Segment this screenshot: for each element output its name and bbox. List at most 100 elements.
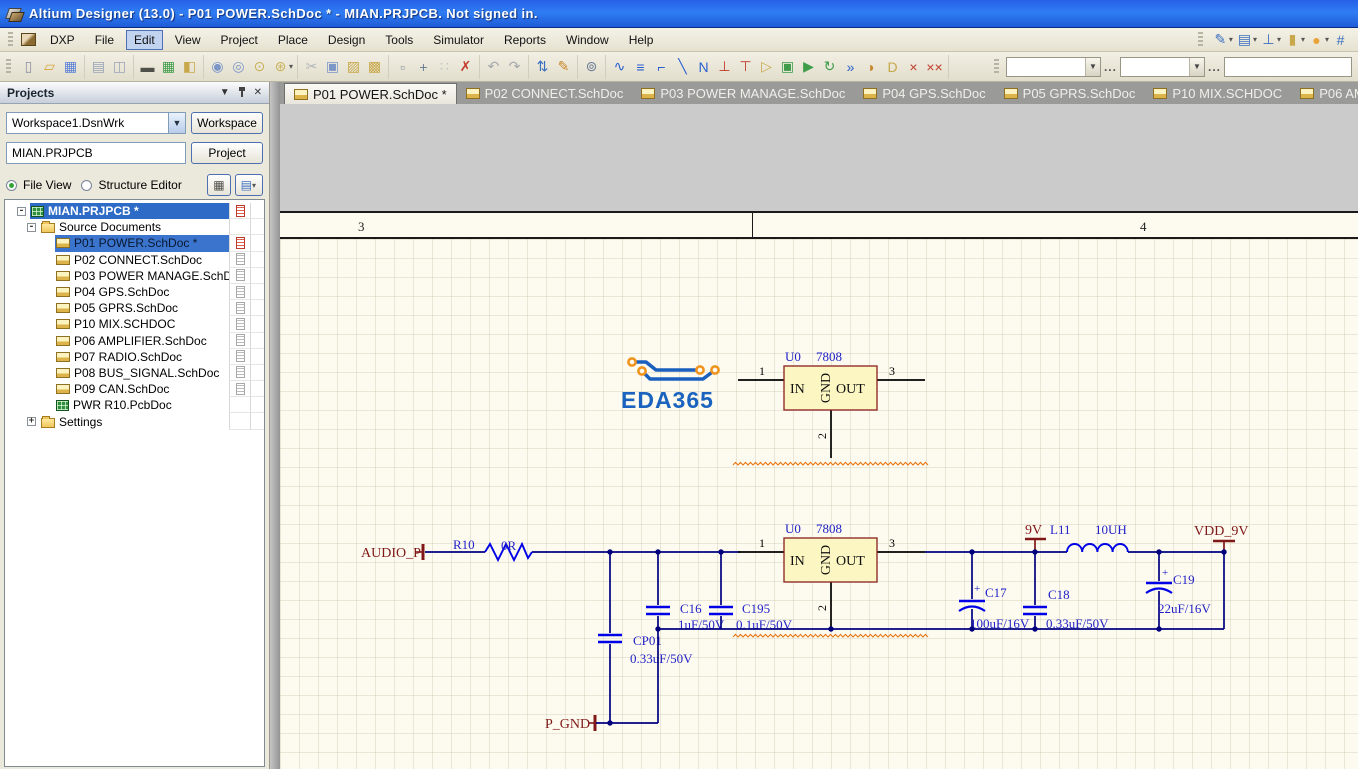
- panel-splitter[interactable]: [270, 82, 280, 769]
- svg-text:C16[interactable]: C16: [680, 601, 702, 616]
- place-ordinal-icon[interactable]: D: [882, 57, 903, 77]
- delete-object-icon[interactable]: ×: [903, 57, 924, 77]
- browse-ellipsis-button-2[interactable]: ...: [1208, 60, 1221, 74]
- browse-ellipsis-button[interactable]: ...: [1104, 60, 1117, 74]
- cut-icon[interactable]: ✂: [301, 57, 322, 77]
- port-p-gnd[interactable]: P_GND: [545, 715, 658, 732]
- expand-icon[interactable]: +: [27, 417, 36, 426]
- svg-text:10UH[interactable]: 10UH: [1095, 522, 1127, 537]
- place-wire-icon[interactable]: ∿: [609, 57, 630, 77]
- mask-filter-combo[interactable]: ▼: [1120, 57, 1205, 77]
- svg-text:C19[interactable]: C19: [1173, 572, 1195, 587]
- grids-icon[interactable]: #: [1330, 30, 1351, 50]
- document-options-button[interactable]: ▤▾: [235, 174, 263, 196]
- open-document-icon[interactable]: ▱: [39, 57, 60, 77]
- svg-text:C195[interactable]: C195: [742, 601, 770, 616]
- zoom-filtered-icon-dropdown[interactable]: ▾: [289, 62, 293, 71]
- menu-item-simulator[interactable]: Simulator: [425, 30, 492, 50]
- panel-menu-chevron-icon[interactable]: ▼: [220, 87, 230, 98]
- place-bus-entry-icon[interactable]: ⌐: [651, 57, 672, 77]
- new-document-icon[interactable]: ▯: [18, 57, 39, 77]
- regulator-u0-top[interactable]: U0 7808 1 3 2 IN GND OUT: [738, 349, 925, 458]
- file-view-radio[interactable]: [6, 180, 17, 191]
- menu-item-file[interactable]: File: [87, 30, 122, 50]
- tree-row-p01-power[interactable]: P01 POWER.SchDoc *: [5, 235, 264, 251]
- menu-item-window[interactable]: Window: [558, 30, 617, 50]
- digital-devices-icon[interactable]: ▮: [1282, 30, 1303, 50]
- schematic-canvas[interactable]: 3 4 EDA365: [280, 104, 1358, 769]
- menu-item-help[interactable]: Help: [621, 30, 662, 50]
- redo-icon[interactable]: ↷: [504, 57, 525, 77]
- tree-row-p06-amplifier[interactable]: P06 AMPLIFIER.SchDoc: [5, 333, 264, 349]
- menu-item-edit[interactable]: Edit: [126, 30, 163, 50]
- undo-icon[interactable]: ↶: [483, 57, 504, 77]
- svg-text:AUDIO_P[interactable]: AUDIO_P: [361, 546, 421, 561]
- tree-row-p03-power-manage[interactable]: P03 POWER MANAGE.SchDoc: [5, 268, 264, 284]
- power-sources-icon[interactable]: ⊥: [1258, 30, 1279, 50]
- resistor-r10[interactable]: R10 0R: [453, 537, 532, 560]
- menu-item-dxp[interactable]: DXP: [42, 30, 83, 50]
- toolbar-right-grip[interactable]: [994, 59, 999, 75]
- digital-devices-icon-dropdown[interactable]: ▾: [1301, 35, 1305, 44]
- menu-item-place[interactable]: Place: [270, 30, 316, 50]
- device-view-icon[interactable]: ▬: [137, 57, 158, 77]
- paste-icon[interactable]: ▨: [343, 57, 364, 77]
- chevron-down-icon[interactable]: ▼: [1189, 58, 1204, 76]
- place-harness-icon[interactable]: »: [840, 57, 861, 77]
- selection-filter-combo[interactable]: ▼: [1006, 57, 1101, 77]
- utility-tools-icon[interactable]: ✎: [1210, 30, 1231, 50]
- svg-text:VDD_9V[interactable]: VDD_9V: [1194, 524, 1248, 539]
- tree-row-p08-bus-signal[interactable]: P08 BUS_SIGNAL.SchDoc: [5, 365, 264, 381]
- menubar-grip[interactable]: [8, 32, 13, 48]
- toolbar-grip[interactable]: [6, 59, 11, 75]
- capacitor-c16[interactable]: C16 1uF/50V: [646, 552, 725, 723]
- tree-row-p05-gprs[interactable]: P05 GPRS.SchDoc: [5, 300, 264, 316]
- zoom-area-icon[interactable]: ◎: [228, 57, 249, 77]
- place-port-icon[interactable]: ◗: [861, 57, 882, 77]
- menu-item-reports[interactable]: Reports: [496, 30, 554, 50]
- panel-close-icon[interactable]: ✕: [254, 87, 262, 98]
- utilbar-grip[interactable]: [1198, 32, 1203, 48]
- tree-row-p09-can[interactable]: P09 CAN.SchDoc: [5, 381, 264, 397]
- svg-text:L11[interactable]: L11: [1050, 522, 1070, 537]
- tab-p10-mix[interactable]: P10 MIX.SCHDOC: [1144, 83, 1291, 104]
- tree-row-mian-prjpcb[interactable]: - MIAN.PRJPCB *: [5, 203, 264, 219]
- tab-p01-power[interactable]: P01 POWER.SchDoc *: [284, 83, 457, 104]
- svg-text:R10[interactable]: R10: [453, 537, 475, 552]
- workspace-button[interactable]: Workspace: [191, 112, 263, 134]
- svg-text:0.33uF/50V[interactable]: 0.33uF/50V: [630, 651, 693, 666]
- tab-p03-power-manage[interactable]: P03 POWER MANAGE.SchDoc: [632, 83, 854, 104]
- tab-p06-amplifier[interactable]: P06 AMPLIFIER.SchDoc: [1291, 83, 1358, 104]
- svg-text:U0[interactable]: U0: [785, 349, 801, 364]
- tree-row-source-documents[interactable]: - Source Documents: [5, 219, 264, 235]
- port-audio-p[interactable]: AUDIO_P: [361, 544, 423, 561]
- power-sources-icon-dropdown[interactable]: ▾: [1277, 35, 1281, 44]
- power-port-vdd-9v[interactable]: VDD_9V: [1194, 524, 1248, 552]
- place-sheet-symbol-icon[interactable]: ▣: [777, 57, 798, 77]
- svg-text:P_GND[interactable]: P_GND: [545, 717, 590, 732]
- inductor-l11[interactable]: L11 10UH: [1050, 522, 1128, 552]
- tab-p04-gps[interactable]: P04 GPS.SchDoc: [854, 83, 994, 104]
- paste-array-icon[interactable]: ▩: [364, 57, 385, 77]
- place-part-icon[interactable]: ▷: [756, 57, 777, 77]
- svg-text:7808[interactable]: 7808: [816, 349, 842, 364]
- find-similar-icon[interactable]: ⊚: [581, 57, 602, 77]
- place-sheet-entry-icon[interactable]: ▶: [798, 57, 819, 77]
- tree-row-pwr-r10-pcbdoc[interactable]: PWR R10.PcbDoc: [5, 397, 264, 413]
- tab-p02-connect[interactable]: P02 CONNECT.SchDoc: [457, 83, 633, 104]
- tree-row-p04-gps[interactable]: P04 GPS.SchDoc: [5, 284, 264, 300]
- utility-tools-icon-dropdown[interactable]: ▾: [1229, 35, 1233, 44]
- select-area-icon[interactable]: ▫: [392, 57, 413, 77]
- capacitor-c18[interactable]: C18 0.33uF/50V: [1023, 552, 1109, 631]
- project-field[interactable]: MIAN.PRJPCB: [6, 142, 186, 164]
- panel-pin-icon[interactable]: [238, 87, 246, 98]
- place-gnd-port-icon[interactable]: ⊥: [714, 57, 735, 77]
- svg-text:22uF/16V[interactable]: 22uF/16V: [1158, 601, 1211, 616]
- delete-wire-icon[interactable]: ××: [924, 57, 945, 77]
- simulation-sources-icon-dropdown[interactable]: ▾: [1325, 35, 1329, 44]
- tree-row-settings[interactable]: + Settings: [5, 413, 264, 429]
- zoom-selected-icon[interactable]: ⊙: [249, 57, 270, 77]
- alignment-tools-icon-dropdown[interactable]: ▾: [1253, 35, 1257, 44]
- svg-text:U0[interactable]: U0: [785, 521, 801, 536]
- capacitor-cp01[interactable]: CP01 0.33uF/50V: [598, 552, 693, 723]
